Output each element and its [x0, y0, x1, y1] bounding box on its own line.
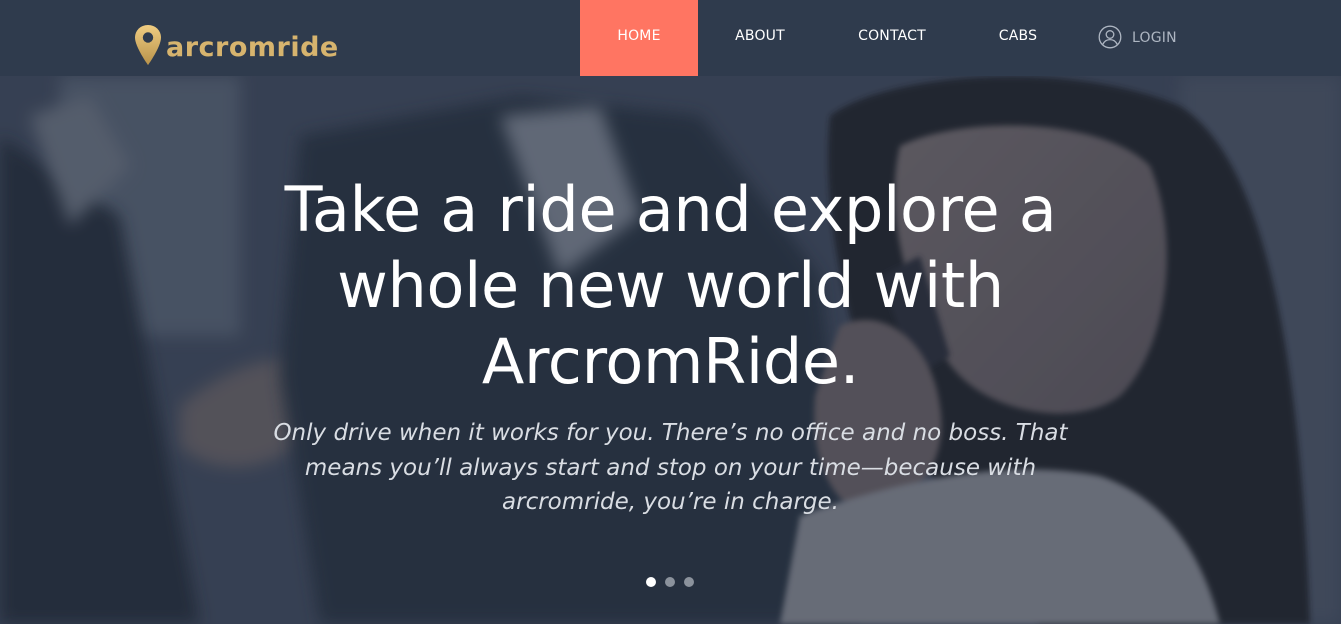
hero-subtext: Only drive when it works for you. There’…: [250, 416, 1091, 520]
page: arcromride HOME ABOUT CONTACT CABS LOGIN: [0, 0, 1341, 624]
nav-about[interactable]: ABOUT: [716, 0, 804, 76]
headline-line: whole new world with: [337, 249, 1004, 322]
subtext-line: arcromride, you’re in charge.: [502, 489, 839, 515]
nav-contact[interactable]: CONTACT: [845, 0, 939, 76]
nav-login[interactable]: LOGIN: [1098, 0, 1188, 76]
brand-logo[interactable]: arcromride: [134, 24, 339, 66]
carousel-dot-2[interactable]: [665, 577, 675, 587]
nav-cabs[interactable]: CABS: [985, 0, 1051, 76]
headline-line: ArcromRide.: [481, 325, 860, 398]
map-pin-icon: [135, 25, 161, 65]
carousel-dots: [646, 577, 694, 587]
subtext-line: Only drive when it works for you. There’…: [273, 420, 1068, 446]
user-circle-icon: [1098, 25, 1122, 49]
subtext-line: means you’ll always start and stop on yo…: [304, 454, 1037, 481]
hero-headline: Take a ride and explore a whole new worl…: [220, 172, 1121, 400]
navbar: arcromride HOME ABOUT CONTACT CABS LOGIN: [0, 0, 1341, 76]
headline-line: Take a ride and explore a: [284, 173, 1057, 246]
login-label: LOGIN: [1132, 29, 1177, 46]
brand-name: arcromride: [166, 31, 339, 63]
carousel-dot-3[interactable]: [684, 577, 694, 587]
carousel-dot-1[interactable]: [646, 577, 656, 587]
nav-home[interactable]: HOME: [580, 0, 698, 76]
hero-banner: Take a ride and explore a whole new worl…: [0, 76, 1341, 624]
